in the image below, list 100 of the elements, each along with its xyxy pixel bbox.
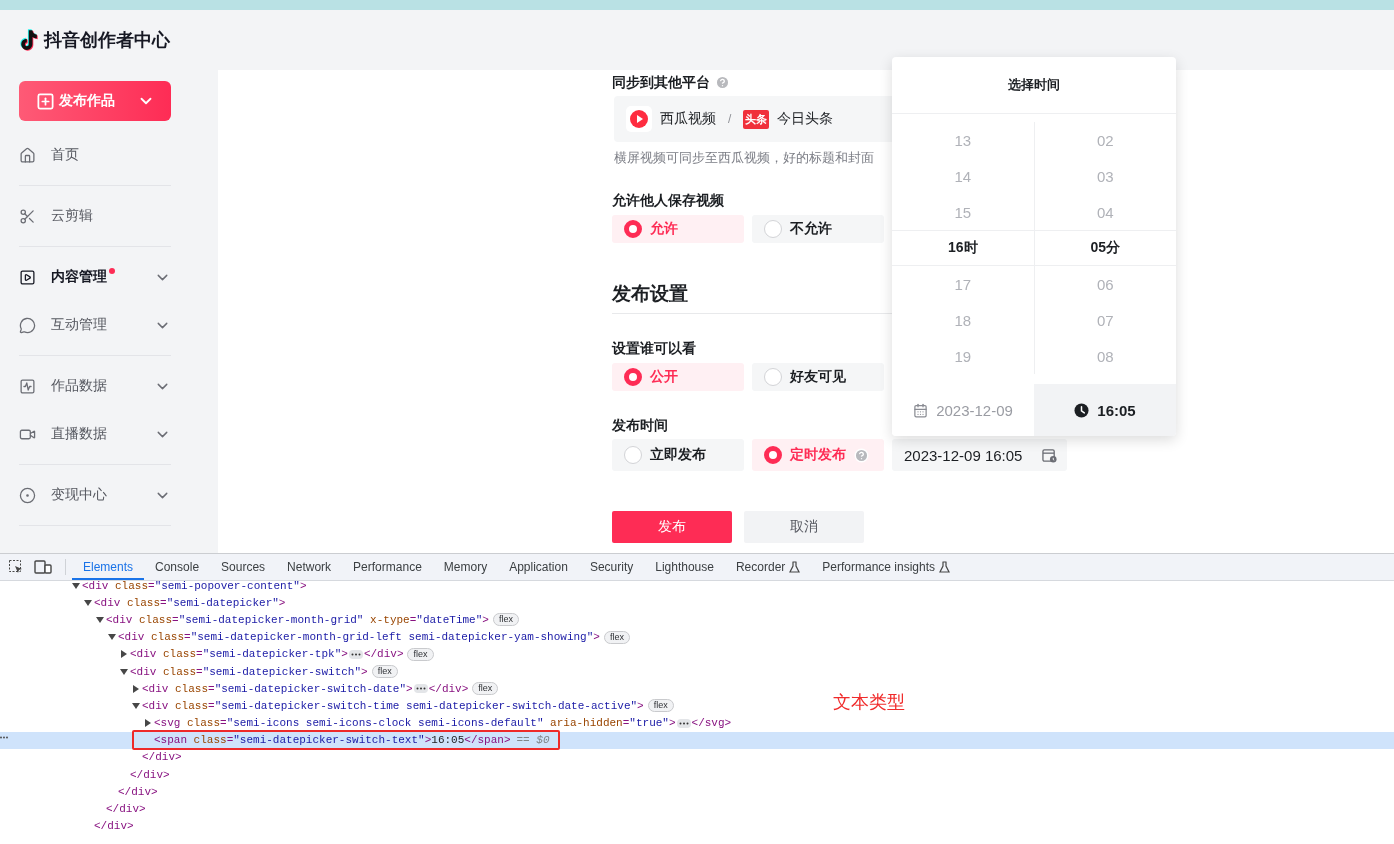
dom-row[interactable]: <div class="semi-datepicker-switch"> flex — [0, 662, 398, 681]
devtools-tab[interactable]: Network — [276, 554, 343, 580]
circle-dot-icon — [19, 486, 36, 504]
dom-row[interactable]: <div class="semi-datepicker-switch-date"> </div> flex — [0, 680, 499, 698]
flex-badge[interactable]: flex — [647, 699, 674, 713]
code-text: <div class="semi-datepicker-switch"> — [130, 665, 368, 678]
devtools-tab[interactable]: Sources — [210, 554, 277, 580]
brand-logo: 头条 — [743, 109, 770, 129]
code-text: <div class="semi-popover-content"> — [82, 579, 307, 592]
picker-switch-tab[interactable]: 16:05 — [1034, 384, 1176, 436]
radio-option[interactable]: 不允许 — [752, 215, 884, 243]
sidebar-item[interactable]: 互动管理 — [19, 301, 171, 349]
devtools-tab[interactable]: Application — [498, 554, 579, 580]
radio-button[interactable] — [624, 368, 642, 386]
play-logo-icon — [626, 106, 652, 132]
code-text: </div> — [363, 648, 404, 661]
platform-name[interactable]: 西瓜视频 — [660, 110, 716, 128]
sidebar-item[interactable]: 作品数据 — [19, 362, 171, 410]
field-label: 设置谁可以看 — [612, 339, 696, 358]
publish-button[interactable]: 发布 — [612, 511, 732, 543]
code-text: </div> — [428, 682, 469, 695]
ellipsis-button[interactable] — [676, 718, 691, 728]
play-square-icon — [19, 268, 36, 286]
flex-badge[interactable]: flex — [603, 630, 630, 644]
sidebar-item[interactable]: 首页 — [19, 131, 171, 179]
dom-row[interactable]: <div class="semi-datepicker-month-grid" x-type="dateTime"> flex — [0, 611, 519, 629]
home-icon — [19, 146, 36, 164]
dom-row[interactable]: <div class="semi-datepicker"> — [0, 594, 286, 612]
flex-badge[interactable]: flex — [407, 647, 434, 661]
devtools-tab[interactable]: Lighthouse — [644, 554, 725, 580]
radio-button[interactable] — [764, 446, 782, 464]
device-icon[interactable] — [34, 559, 52, 575]
sidebar-item[interactable]: 变现中心 — [19, 471, 171, 519]
logo-text: 抖音创作者中心 — [44, 29, 170, 52]
code-text: </div> — [106, 803, 146, 816]
sidebar-item[interactable]: 直播数据 — [19, 410, 171, 458]
dom-row[interactable]: <div class="semi-popover-content"> — [0, 577, 307, 595]
code-text: <div class="semi-datepicker-month-grid-left semi-datepicker-yam-showing"> — [118, 631, 600, 644]
code-text: <span class="semi-datepicker-switch-text">16:05</span> — [154, 734, 511, 747]
caret-icon[interactable] — [144, 719, 152, 728]
ellipsis-button[interactable] — [413, 684, 428, 694]
field-label: 允许他人保存视频 — [612, 191, 724, 210]
chat-bubble-icon — [19, 316, 36, 334]
dots-icon — [350, 652, 361, 656]
devtools-tab[interactable]: Memory — [432, 554, 499, 580]
devtools-tab[interactable]: Performance — [342, 554, 433, 580]
platform-name[interactable]: 今日头条 — [777, 110, 834, 128]
caret-icon[interactable] — [108, 633, 116, 642]
popover-title: 选择时间 — [892, 57, 1176, 114]
devtools-tab[interactable]: Console — [144, 554, 211, 580]
field-label: 同步到其他平台 — [612, 73, 710, 92]
radio-option[interactable]: 立即发布 — [612, 439, 744, 471]
flex-badge[interactable]: flex — [492, 613, 519, 627]
caret-icon[interactable] — [132, 701, 140, 710]
radio-option[interactable]: 好友可见 — [752, 363, 884, 391]
code-text: </div> — [94, 820, 134, 833]
devtools-tab[interactable]: Performance insights — [811, 554, 962, 580]
hint-text: 横屏视频可同步至西瓜视频，好的标题和封面 — [614, 149, 875, 167]
devtools-tab[interactable]: Security — [578, 554, 645, 580]
scissors-icon — [19, 207, 36, 225]
calendar-clock-icon — [1042, 447, 1057, 463]
dom-row[interactable]: <span class="semi-datepicker-switch-text">16:05</span> == $0 — [0, 731, 1394, 749]
code-text: </svg> — [691, 717, 732, 730]
code-text: </div> — [142, 751, 182, 764]
cancel-button[interactable]: 取消 — [744, 511, 864, 543]
code-text: <div class="semi-datepicker"> — [94, 596, 286, 609]
ellipsis-button[interactable] — [348, 649, 363, 659]
code-text: <div class="semi-datepicker-tpk"> — [130, 648, 348, 661]
flex-badge[interactable]: flex — [472, 682, 499, 696]
dom-row[interactable]: <div class="semi-datepicker-switch-time semi-datepicker-switch-date-active"> flex — [0, 697, 674, 715]
selection-hint: == $0 — [516, 734, 550, 747]
dots-icon — [0, 735, 8, 739]
code-text: <div class="semi-datepicker-month-grid" x-type="dateTime"> — [106, 613, 489, 626]
sidebar-item[interactable]: 云剪辑 — [19, 192, 171, 240]
caret-icon[interactable] — [120, 667, 128, 676]
plus-square-icon — [36, 91, 55, 111]
caret-icon[interactable] — [72, 581, 80, 590]
time-option[interactable]: 05分 — [1034, 230, 1176, 266]
sidebar-item[interactable]: 内容管理 — [19, 253, 171, 301]
code-text: <div class="semi-datepicker-switch-time semi-datepicker-switch-date-active"> — [142, 699, 644, 712]
dom-row[interactable]: <div class="semi-datepicker-tpk"> </div> flex — [0, 645, 434, 663]
caret-icon[interactable] — [120, 650, 128, 659]
devtools-tab[interactable]: Elements — [72, 554, 145, 580]
dots-icon — [678, 721, 689, 725]
separator-text: / — [728, 112, 732, 126]
radio-button[interactable] — [624, 220, 642, 238]
caret-icon[interactable] — [96, 615, 104, 624]
calendar-icon — [913, 402, 929, 418]
inspect-icon[interactable] — [8, 559, 24, 575]
dom-row[interactable]: <div class="semi-datepicker-month-grid-left semi-datepicker-yam-showing"> flex — [0, 628, 630, 646]
devtools-tab[interactable]: Recorder — [724, 554, 812, 580]
code-text: </div> — [130, 768, 170, 781]
time-option[interactable]: 16时 — [892, 230, 1034, 266]
datetime-field[interactable]: 2023-12-09 16:05 — [892, 439, 1067, 471]
caret-icon[interactable] — [132, 684, 140, 693]
flex-badge[interactable]: flex — [371, 665, 398, 679]
code-text: </div> — [118, 785, 158, 798]
dom-row[interactable]: <svg class="semi-icons semi-icons-clock semi-icons-default" aria-hidden="true"> </svg> — [0, 714, 732, 732]
clock-icon — [1074, 402, 1090, 418]
caret-icon[interactable] — [84, 598, 92, 607]
